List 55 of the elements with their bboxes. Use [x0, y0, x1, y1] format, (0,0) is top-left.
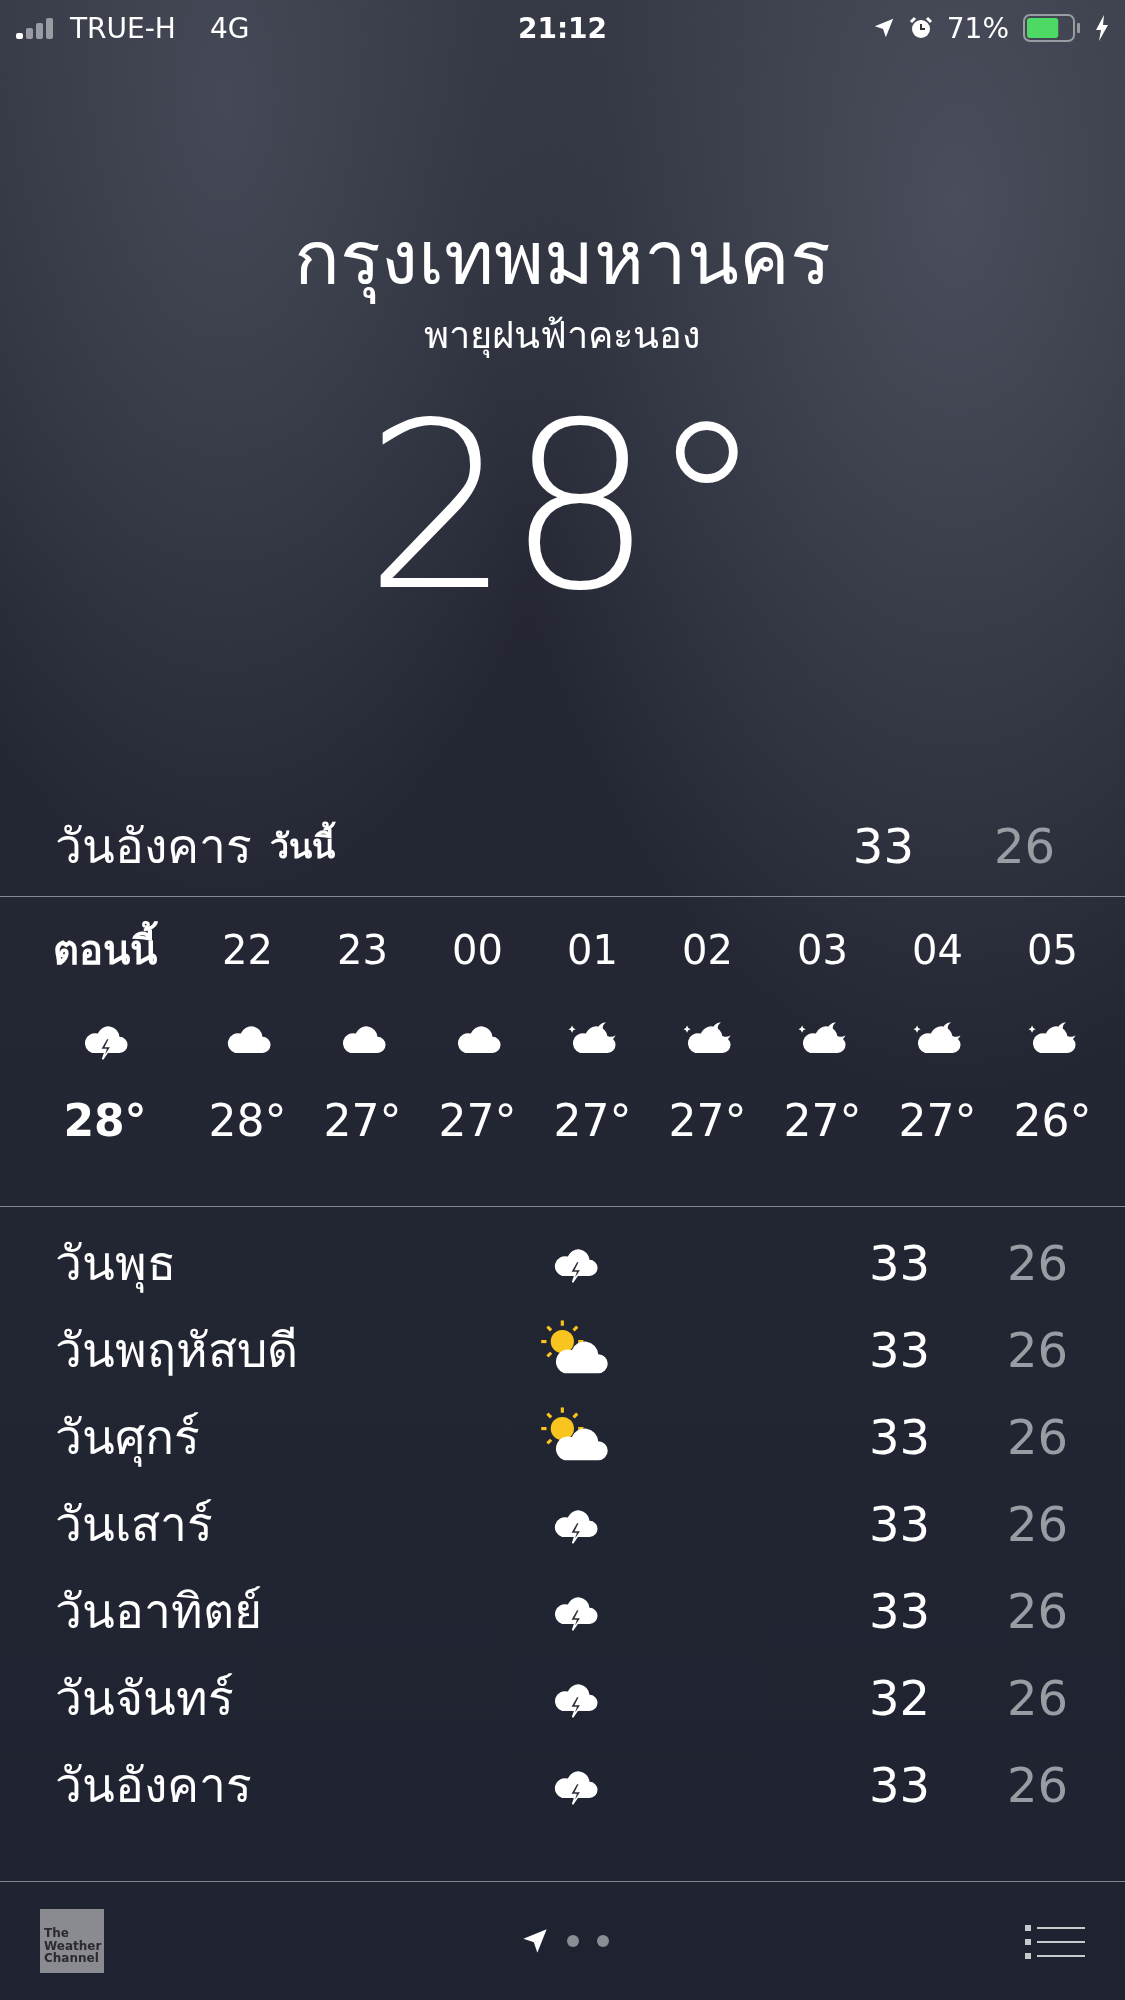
low-temperature: 26: [1006, 1495, 1068, 1552]
low-temperature: 26: [993, 818, 1055, 874]
weather-channel-logo[interactable]: The Weather Channel: [40, 1909, 104, 1973]
current-temperature: 28°: [364, 392, 761, 623]
high-temperature: 33: [868, 1408, 930, 1465]
weather-condition: พายุฝนฟ้าคะนอง: [424, 311, 701, 360]
hour-temperature: 27°: [553, 1095, 632, 1146]
network-type: 4G: [209, 11, 250, 45]
high-temperature: 33: [852, 818, 914, 874]
day-name: วันอังคาร: [55, 1755, 253, 1815]
battery-percent: 71%: [946, 11, 1009, 45]
day-name: วันเสาร์: [55, 1494, 214, 1554]
hour-label: 05: [1027, 926, 1078, 975]
day-name: วันจันทร์: [55, 1668, 235, 1728]
hour-label: 00: [452, 926, 503, 975]
hour-label: 03: [797, 926, 848, 975]
hour-label: 22: [222, 926, 273, 975]
low-temperature: 26: [1006, 1321, 1068, 1378]
low-temperature: 26: [1006, 1669, 1068, 1726]
high-temperature: 32: [868, 1669, 930, 1726]
high-temperature: 33: [868, 1495, 930, 1552]
battery-icon: [1023, 14, 1081, 42]
page-dot[interactable]: [566, 1935, 579, 1947]
alarm-icon: [908, 16, 933, 40]
carrier-name: TRUE-H: [70, 11, 176, 45]
hour-label: 23: [337, 926, 388, 975]
high-temperature: 33: [868, 1582, 930, 1639]
hour-temperature: 28°: [208, 1095, 287, 1146]
day-name: วันอาทิตย์: [55, 1581, 263, 1641]
low-temperature: 26: [1006, 1582, 1068, 1639]
page-dot[interactable]: [596, 1935, 609, 1947]
day-name: วันอังคาร: [55, 817, 252, 876]
clock-time: 21:12: [517, 11, 608, 45]
hour-label: ตอนนี้: [53, 915, 157, 985]
low-temperature: 26: [1006, 1408, 1068, 1465]
day-name: วันพฤหัสบดี: [55, 1320, 299, 1380]
day-name: วันศุกร์: [55, 1407, 201, 1469]
low-temperature: 26: [1006, 1234, 1068, 1291]
hour-temperature: 27°: [438, 1095, 517, 1146]
low-temperature: 26: [1006, 1756, 1068, 1813]
hour-label: 02: [682, 926, 733, 975]
hour-temperature: 27°: [323, 1095, 402, 1146]
signal-icon: [16, 17, 56, 39]
day-name: วันพุธ: [55, 1233, 177, 1295]
hour-temperature: 26°: [1013, 1095, 1092, 1146]
high-temperature: 33: [868, 1234, 930, 1291]
high-temperature: 33: [868, 1756, 930, 1813]
high-temperature: 33: [868, 1321, 930, 1378]
hour-temperature: 27°: [898, 1095, 977, 1146]
hour-temperature: 27°: [668, 1095, 747, 1146]
hour-label: 04: [912, 926, 963, 975]
hour-label: 01: [567, 926, 618, 975]
today-label: วันนี้: [270, 819, 853, 873]
hour-temperature: 28°: [63, 1095, 147, 1146]
hour-temperature: 27°: [783, 1095, 862, 1146]
